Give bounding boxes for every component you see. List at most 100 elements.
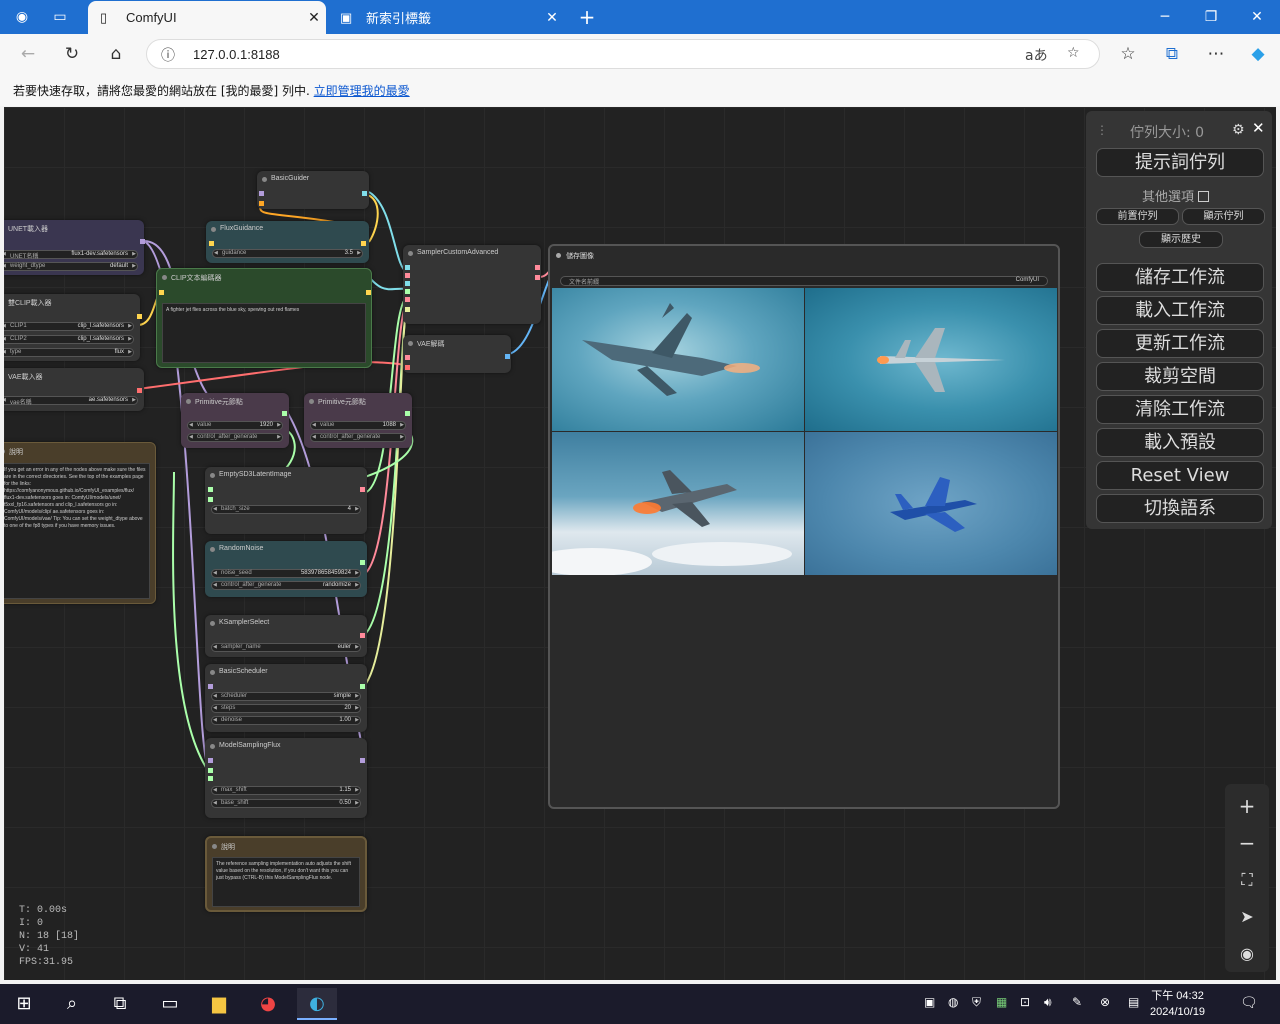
value-widget[interactable]: value 1920 [187,421,283,430]
search-icon[interactable]: ⌕ [52,988,92,1020]
slot-dot[interactable] [140,239,145,244]
terminal-icon[interactable]: ▭ [150,988,190,1020]
output-image-grid[interactable] [552,288,1057,575]
control-widget[interactable]: control_after_generate randomize [211,581,361,590]
favorites-icon[interactable]: ☆ [1116,42,1140,66]
guidance-widget[interactable]: guidance 3.5 [212,249,363,258]
copilot-icon[interactable]: ◆ [1246,42,1270,66]
slot-dot[interactable] [209,241,214,246]
clear-button[interactable]: 清除工作流 [1096,395,1264,424]
load-button[interactable]: 載入工作流 [1096,296,1264,325]
tray-app-icon[interactable]: ▦ [996,995,1007,1009]
slot-dot[interactable] [259,191,264,196]
clip-type-widget[interactable]: type flux [4,348,134,357]
sampler-name-widget[interactable]: sampler_name euler [211,643,361,652]
base-shift-widget[interactable]: base_shift 0.50 [211,799,361,808]
output-image-3[interactable] [552,432,804,575]
read-aloud-icon[interactable]: aあ [1025,45,1048,65]
node-primitive-width[interactable]: Primitive元節點 value 1920 control_after_gen… [181,393,289,448]
slot-dot[interactable] [208,758,213,763]
slot-dot[interactable] [137,388,142,393]
slot-dot[interactable] [405,365,410,370]
node-note-left[interactable]: 說明 If you get an error in any of the nod… [4,442,156,604]
tray-app-icon[interactable]: ▤ [1128,995,1139,1009]
clip2-widget[interactable]: CLIP2 clip_l.safetensors [4,335,134,344]
new-tab-button[interactable]: + [576,6,598,28]
back-button[interactable]: ← [16,42,40,66]
profile-icon[interactable]: ◉ [11,6,33,28]
slot-dot[interactable] [208,776,213,781]
view-queue-front-button[interactable]: 前置佇列 [1096,208,1179,225]
edge-icon[interactable]: ◐ [297,988,337,1020]
max-shift-widget[interactable]: max_shift 1.15 [211,786,361,795]
node-clip-encode[interactable]: CLIP文本編碼器 A fighter jet flies across the… [156,268,372,368]
slot-dot[interactable] [366,290,371,295]
slot-dot[interactable] [159,290,164,295]
slot-dot[interactable] [360,633,365,638]
slot-dot[interactable] [405,265,410,270]
minimize-button[interactable]: ─ [1142,0,1188,34]
zoom-in-icon[interactable]: + [1233,792,1261,820]
vae-name-widget[interactable]: vae名稱 ae.safetensors [4,396,138,406]
node-save-image[interactable]: 儲存圖像 文件名前綴 ComfyUI [548,244,1060,809]
node-flux-guidance[interactable]: FluxGuidance guidance 3.5 [206,221,369,263]
view-history-button[interactable]: 顯示歷史 [1139,231,1223,248]
visibility-icon[interactable]: ◉ [1233,940,1261,968]
tab-new[interactable]: ▣ 新索引標籤 ✕ [328,1,564,34]
home-button[interactable]: ⌂ [104,42,128,66]
slot-dot[interactable] [208,768,213,773]
locate-icon[interactable]: ➤ [1233,903,1261,931]
refresh-button[interactable]: 更新工作流 [1096,329,1264,358]
clock[interactable]: 下午 04:32 2024/10/19 [1150,988,1205,1020]
tab-actions-icon[interactable]: ▭ [49,6,71,28]
switch-language-button[interactable]: 切換語系 [1096,494,1264,523]
close-tab-icon[interactable]: ✕ [540,9,564,26]
slot-dot[interactable] [405,355,410,360]
gear-icon[interactable]: ⚙ [1232,122,1245,138]
clip1-widget[interactable]: CLIP1 clip_l.safetensors [4,322,134,331]
node-primitive-height[interactable]: Primitive元節點 value 1088 control_after_gen… [304,393,412,448]
queue-prompt-button[interactable]: 提示詞佇列 [1096,148,1264,177]
security-icon[interactable]: ⛨ [972,995,981,1010]
close-tab-icon[interactable]: ✕ [302,9,326,26]
tab-comfyui[interactable]: ▯ ComfyUI ✕ [88,1,326,34]
node-vae-loader[interactable]: VAE載入器 vae名稱 ae.safetensors [4,368,144,411]
file-explorer-icon[interactable]: ▆ [199,988,239,1020]
start-icon[interactable]: ⊞ [4,988,44,1020]
close-icon[interactable]: ✕ [1252,119,1265,137]
control-widget[interactable]: control_after_generate [310,433,406,442]
note-textarea[interactable]: If you get an error in any of the nodes … [4,463,150,599]
slot-dot[interactable] [137,314,142,319]
node-unet-loader[interactable]: UNET載入器 UNET名稱 flux1-dev.safetensors weig… [4,220,144,275]
node-note-bottom[interactable]: 說明 The reference sampling implementation… [205,836,367,912]
slot-dot[interactable] [405,307,410,312]
zoom-out-icon[interactable]: − [1233,829,1261,857]
node-model-sampling-flux[interactable]: ModelSamplingFlux max_shift 1.15 base_shi… [205,738,367,818]
extra-options[interactable]: 其他選項 [1142,186,1210,205]
node-basic-guider[interactable]: BasicGuider [257,171,369,209]
reset-view-button[interactable]: Reset View [1096,461,1264,490]
value-widget[interactable]: value 1088 [310,421,406,430]
node-clip-loader[interactable]: 雙CLIP載入器 CLIP1 clip_l.safetensors CLIP2 cl… [4,294,140,361]
slot-dot[interactable] [360,560,365,565]
slot-dot[interactable] [405,289,410,294]
slot-dot[interactable] [282,411,287,416]
drag-handle-icon[interactable]: ⋮ [1096,123,1108,137]
slot-dot[interactable] [360,684,365,689]
slot-dot[interactable] [505,354,510,359]
noise-seed-widget[interactable]: noise_seed 583978658459824 [211,569,361,578]
save-button[interactable]: 儲存工作流 [1096,263,1264,292]
restore-button[interactable]: ❐ [1188,0,1234,34]
prompt-textarea[interactable]: A fighter jet flies across the blue sky,… [162,303,366,363]
network-icon[interactable]: ⊡ [1020,995,1030,1009]
note-textarea[interactable]: The reference sampling implementation au… [212,857,360,907]
node-ksampler-select[interactable]: KSamplerSelect sampler_name euler [205,615,367,657]
slot-dot[interactable] [259,201,264,206]
node-empty-latent[interactable]: EmptySD3LatentImage batch_size 4 [205,467,367,534]
slot-dot[interactable] [208,497,213,502]
notification-icon[interactable]: 🗨︎ [1240,995,1258,1011]
slot-dot[interactable] [208,684,213,689]
slot-dot[interactable] [535,275,540,280]
slot-dot[interactable] [361,241,366,246]
comfyui-canvas[interactable]: BasicGuider FluxGuidance guidance 3.5 CL… [4,107,1276,980]
